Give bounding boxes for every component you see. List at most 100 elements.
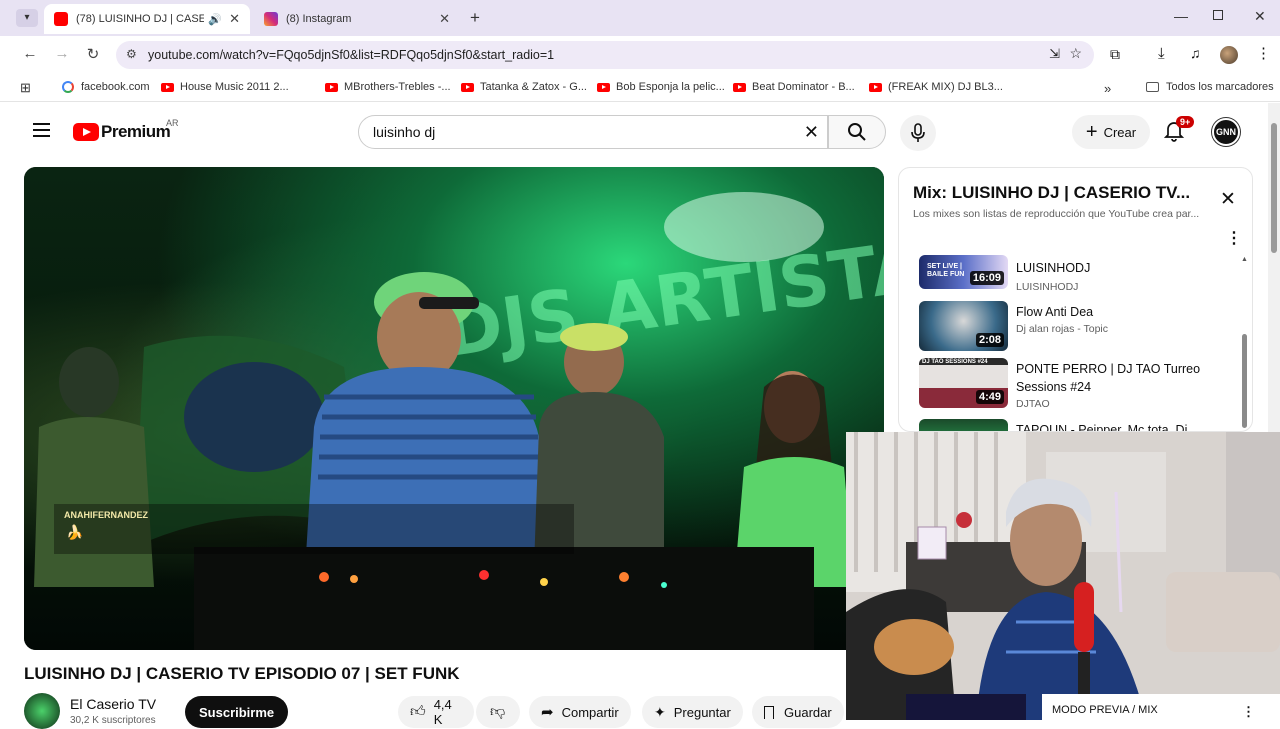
webcam-more-icon[interactable]: ⋮ (1242, 704, 1255, 720)
audio-playing-icon[interactable]: 🔊 (208, 13, 222, 26)
bookmark-freak-mix[interactable]: (FREAK MIX) DJ BL3... (869, 81, 1003, 93)
playlist-item[interactable]: DJ TAO SESSIONS #24 4:49 PONTE PERRO | D… (919, 358, 1239, 410)
channel-name[interactable]: El Caserio TV (70, 696, 156, 712)
bookmark-label: Beat Dominator - B... (752, 81, 855, 93)
channel-avatar[interactable] (24, 693, 60, 729)
save-button[interactable]: Guardar (752, 696, 844, 728)
extensions-icon[interactable]: ⧉ (1110, 46, 1120, 63)
playlist-item-title: PONTE PERRO | DJ TAO Turreo Sessions #24 (1016, 362, 1201, 394)
bookmark-tatanka[interactable]: Tatanka & Zatox - G... (461, 81, 587, 93)
playlist-scrollbar[interactable]: ▲ (1241, 256, 1248, 428)
voice-search-button[interactable] (900, 115, 936, 151)
folder-icon (1146, 82, 1159, 92)
create-button[interactable]: + Crear (1072, 115, 1150, 149)
address-bar[interactable]: ⚙ youtube.com/watch?v=FQqo5djnSf0&list=R… (116, 41, 1094, 69)
logo-text: Premium (101, 122, 171, 141)
thumbs-up-icon: 👍︎ (410, 703, 426, 720)
bookmark-facebook[interactable]: facebook.com (62, 81, 149, 93)
like-button[interactable]: 👍︎ 4,4 K (398, 696, 474, 728)
browser-menu-icon[interactable]: ⋮ (1256, 44, 1271, 62)
more-bookmarks-icon[interactable]: » (1104, 81, 1111, 96)
duration-badge: 16:09 (969, 271, 1004, 285)
duration-badge: 4:49 (975, 390, 1004, 404)
back-arrow-icon[interactable]: ← (20, 45, 40, 62)
create-label: Crear (1103, 124, 1137, 140)
forward-arrow-icon[interactable]: → (52, 45, 72, 62)
site-settings-icon[interactable]: ⚙ (126, 47, 137, 61)
playlist-title[interactable]: Mix: LUISINHO DJ | CASERIO TV... (913, 183, 1190, 203)
minimize-window-button[interactable]: — (1174, 8, 1188, 24)
youtube-favicon-icon (325, 82, 338, 92)
profile-avatar[interactable] (1220, 46, 1238, 64)
save-label: Guardar (784, 704, 832, 720)
bookmark-star-icon[interactable]: ☆ (1069, 45, 1082, 62)
ask-button[interactable]: ✦ Preguntar (642, 696, 743, 728)
video-thumbnail: SET LIVE | BAILE FUN 16:09 (919, 255, 1008, 289)
like-count: 4,4 K (433, 697, 452, 727)
reload-icon[interactable]: ↻ (83, 45, 103, 63)
video-thumbnail (919, 419, 1008, 431)
scroll-up-arrow-icon[interactable]: ▲ (1241, 256, 1248, 263)
dislike-button[interactable]: 👎︎ (476, 696, 520, 728)
tab-youtube[interactable]: (78) LUISINHO DJ | CASERIO 🔊 ✕ (44, 4, 250, 34)
media-control-icon[interactable]: ♫ (1190, 45, 1201, 61)
plus-icon: + (1085, 121, 1098, 143)
share-button[interactable]: ➦ Compartir (529, 696, 631, 728)
url-text: youtube.com/watch?v=FQqo5djnSf0&list=RDF… (148, 48, 555, 62)
video-thumbnail: 2:08 (919, 301, 1008, 351)
bookmark-label: MBrothers-Trebles -... (344, 81, 451, 93)
tab-search-icon[interactable]: ▾ (16, 9, 38, 27)
video-frame-art: DJS ARTISTAS (34, 192, 884, 650)
playlist-item[interactable]: 2:08 Flow Anti Dea Dj alan rojas - Topic (919, 301, 1239, 351)
maximize-window-button[interactable] (1213, 10, 1223, 20)
bookmark-icon (764, 705, 774, 719)
bookmark-bob-esponja[interactable]: Bob Esponja la pelic... (597, 81, 725, 93)
playlist-subtitle: Los mixes son listas de reproducción que… (913, 208, 1200, 220)
youtube-favicon-icon (869, 82, 882, 92)
close-playlist-icon[interactable]: ✕ (1220, 188, 1236, 211)
clear-search-icon[interactable]: ✕ (804, 122, 819, 143)
tab-instagram[interactable]: (8) Instagram ✕ (254, 4, 460, 34)
apps-grid-icon[interactable]: ⊞ (20, 80, 31, 96)
video-player[interactable]: DJS ARTISTAS ANAHIFERNANDEZ 🍌 (24, 167, 884, 650)
hamburger-menu-icon[interactable] (33, 123, 50, 137)
search-query: luisinho dj (373, 124, 436, 140)
playlist-item-title: TAPOUN - Peipper, Mc tota, Dj (1016, 423, 1188, 432)
youtube-favicon-icon (54, 12, 68, 26)
playlist-item[interactable]: TAPOUN - Peipper, Mc tota, Dj (919, 419, 1239, 432)
playlist-item-title: Flow Anti Dea (1016, 305, 1094, 319)
bookmark-label: Todos los marcadores (1166, 81, 1274, 93)
new-tab-button[interactable]: + (470, 8, 480, 28)
google-favicon-icon (62, 81, 74, 93)
thumbnail-caption: DJ TAO SESSIONS #24 (922, 359, 988, 365)
bookmark-house-music[interactable]: House Music 2011 2... (161, 81, 289, 93)
ask-label: Preguntar (673, 704, 731, 720)
search-icon (848, 123, 866, 141)
banana-icon: 🍌 (66, 524, 84, 540)
close-window-button[interactable]: ✕ (1254, 8, 1266, 25)
notifications-button[interactable]: 9+ (1163, 116, 1195, 147)
close-tab-icon[interactable]: ✕ (439, 11, 450, 27)
subscribe-button[interactable]: Suscribirme (185, 696, 289, 728)
close-tab-icon[interactable]: ✕ (229, 11, 240, 27)
download-icon[interactable]: ⤓ (1158, 45, 1165, 62)
bookmark-mbrothers[interactable]: MBrothers-Trebles -... (325, 81, 451, 93)
search-input[interactable]: luisinho dj ✕ (358, 115, 828, 149)
microphone-icon (911, 123, 925, 142)
stream-overlay-name: ANAHIFERNANDEZ (64, 510, 148, 520)
youtube-play-logo-icon (73, 123, 99, 141)
playlist-item[interactable]: SET LIVE | BAILE FUN 16:09 LUISINHODJ LU… (919, 240, 1239, 293)
subscriber-count: 30,2 K suscriptores (70, 715, 156, 726)
youtube-premium-logo[interactable]: Premium (73, 122, 171, 142)
webcam-scene (846, 432, 1280, 720)
playlist-item-channel: Dj alan rojas - Topic (1016, 323, 1109, 335)
all-bookmarks-folder[interactable]: Todos los marcadores (1146, 81, 1274, 93)
search-button[interactable] (828, 115, 886, 149)
account-avatar[interactable]: GNN (1212, 118, 1240, 146)
video-title: LUISINHO DJ | CASERIO TV EPISODIO 07 | S… (24, 664, 460, 683)
browser-toolbar: ← → ↻ ⚙ youtube.com/watch?v=FQqo5djnSf0&… (0, 36, 1280, 74)
bookmark-label: (FREAK MIX) DJ BL3... (888, 81, 1003, 93)
share-label: Compartir (561, 704, 619, 720)
install-app-icon[interactable]: ⇲ (1049, 46, 1060, 62)
bookmark-beat-dominator[interactable]: Beat Dominator - B... (733, 81, 855, 93)
